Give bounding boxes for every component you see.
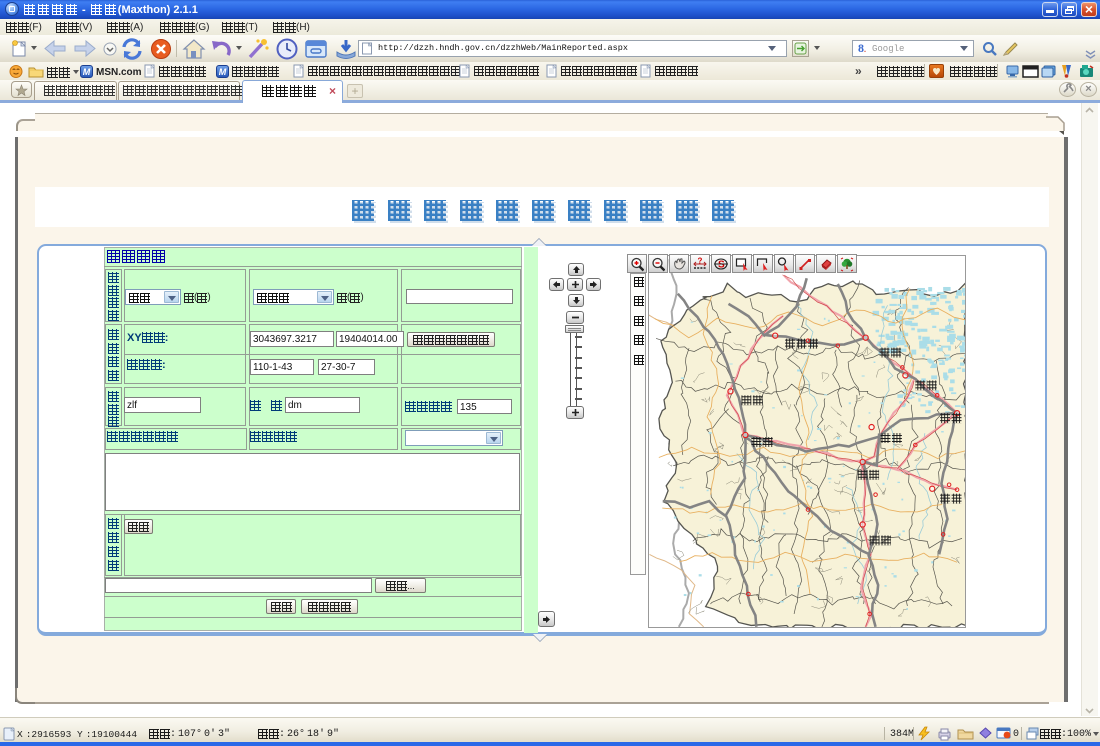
svg-text:S: S bbox=[718, 260, 725, 271]
svg-text:?: ? bbox=[698, 257, 703, 266]
